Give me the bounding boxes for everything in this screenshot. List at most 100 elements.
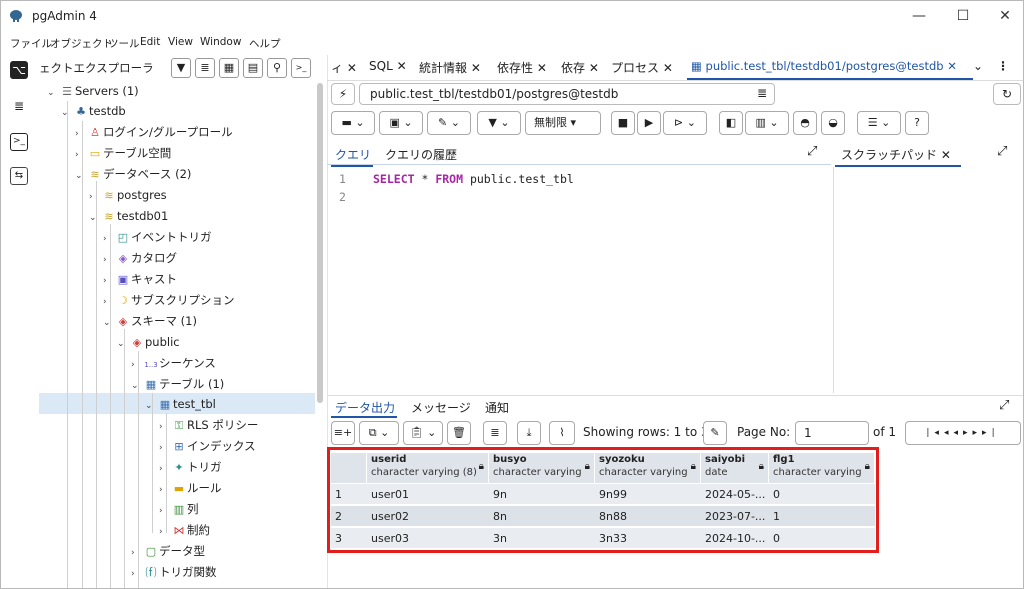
macros-button[interactable]: ☰ ⌄ [857,111,901,135]
query-tool-icon[interactable]: ≣ [195,58,215,78]
database-stack-icon[interactable]: ≣ [751,85,773,103]
database-stack-icon[interactable]: ≣ [10,97,28,115]
tree-node-login-roles[interactable]: › ♙ ログイン/グループロール [75,122,233,142]
open-file-button[interactable]: ▬ ⌄ [331,111,375,135]
explain-analyze-button[interactable]: ◧ [719,111,743,135]
tree-node-subscriptions[interactable]: › ☽ サブスクリプション [103,290,235,310]
menu-window[interactable]: Window [200,36,241,48]
close-window-button[interactable]: ✕ [985,5,1023,27]
tree-node-catalogs[interactable]: › ◈ カタログ [103,248,177,268]
tree-node-indexes[interactable]: › ⊞ インデックス [159,436,256,456]
sql-editor[interactable]: 1 2 SELECT * FROM public.test_tbl [331,169,831,393]
copy-button[interactable]: ⧉ ⌄ [359,421,399,445]
tree-node-event-triggers[interactable]: › ◰ イベントトリガ [103,227,212,247]
expand-icon[interactable]: ⤢ [997,144,1007,159]
tree-node-testdb[interactable]: ⌄ ♣ testdb [61,101,126,121]
view-data-icon[interactable]: ▦ [219,58,239,78]
schema-diff-icon[interactable]: ⇆ [10,167,28,185]
search-icon[interactable]: ⚲ [267,58,287,78]
psql-tool-icon[interactable]: >_ [291,58,311,78]
editor-scratchpad-divider[interactable] [833,167,834,393]
first-page-icon[interactable]: |◂ [926,428,944,438]
tree-node-triggers[interactable]: › ✦ トリガ [159,457,222,477]
tab-query-tool[interactable]: ▦ public.test_tbl/testdb01/postgres@test… [691,59,957,73]
menu-tools[interactable]: ツール [108,36,140,51]
tab-data-output[interactable]: データ出力 [335,399,395,416]
add-row-button[interactable]: ≡+ [331,421,355,445]
menu-edit[interactable]: Edit [140,36,160,48]
tab-processes[interactable]: プロセス ✕ [611,59,673,76]
rows-limit-select[interactable]: 無制限 ▾ [525,111,601,135]
edit-button[interactable]: ✎ ⌄ [427,111,471,135]
edit-range-button[interactable]: ✎ [703,421,727,445]
page-number-input[interactable]: 1 [795,421,869,445]
tab-statistics[interactable]: 統計情報 ✕ [419,59,481,76]
more-options-icon[interactable]: ⋮ [997,59,1009,73]
tab-scratchpad[interactable]: スクラッチパッド ✕ [841,146,951,163]
menu-help[interactable]: ヘルプ [249,36,281,51]
last-page-icon[interactable]: ▸| [982,428,1000,438]
object-explorer-icon[interactable]: ⌥ [10,61,28,79]
stop-button[interactable]: ■ [611,111,635,135]
menu-view[interactable]: View [168,36,193,48]
tree-node-casts[interactable]: › ▣ キャスト [103,269,177,289]
tree-node-rls-policies[interactable]: › ⚿ RLS ポリシー [159,415,258,435]
next-page-icon[interactable]: ▸▸ [963,428,982,438]
tab-list-chevron-icon[interactable]: ⌄ [973,59,983,73]
chevron-down-icon: ⌄ [686,116,696,129]
help-button[interactable]: ? [905,111,929,135]
tree-node-test-tbl[interactable]: ⌄ ▦ test_tbl [145,394,216,414]
save-data-button[interactable]: ≣ [483,421,507,445]
tab-notifications[interactable]: 通知 [485,399,509,416]
graph-button[interactable]: ⌇ [549,421,575,445]
rollback-button[interactable]: ◒ [821,111,845,135]
tree-node-tablespaces[interactable]: › ▭ テーブル空間 [75,143,171,163]
minimize-button[interactable]: — [899,5,939,27]
tree-node-testdb01[interactable]: ⌄ ≋ testdb01 [89,206,168,226]
tab-dependencies[interactable]: 依存性 ✕ [497,59,547,76]
connection-select[interactable]: public.test_tbl/testdb01/postgres@testdb [359,83,775,105]
tree-node-databases[interactable]: ⌄ ≋ データベース (2) [75,164,191,184]
tree-node-schemas[interactable]: ⌄ ◈ スキーマ (1) [103,311,197,331]
tree-node-servers[interactable]: ⌄ ☰ Servers (1) [47,81,139,101]
menu-object[interactable]: オブジェクト [50,36,113,51]
filter-button[interactable]: ▼ ⌄ [477,111,521,135]
menu-file[interactable]: ファイル [10,36,52,51]
tree-node-data-types[interactable]: › ▢ データ型 [131,541,205,561]
tab-properties[interactable]: ィ ✕ [331,59,357,76]
filtered-rows-icon[interactable]: ▤ [243,58,263,78]
tree-node-tables[interactable]: ⌄ ▦ テーブル (1) [131,374,224,394]
terminal-icon[interactable]: >_ [10,133,28,151]
paste-button[interactable]: 📋︎ ⌄ [403,421,443,445]
tab-messages[interactable]: メッセージ [411,399,471,416]
download-button[interactable]: ⤓ [517,421,541,445]
refresh-icon[interactable]: ↻ [993,83,1021,105]
tree-node-sequences[interactable]: › 1..3シーケンス [131,353,216,373]
tree-node-columns[interactable]: › ▥ 列 [159,499,199,519]
save-file-button[interactable]: ▣ ⌄ [379,111,423,135]
connection-status-icon[interactable]: ⚡ [331,83,355,105]
menu-bar: ファイル オブジェクト ツール Edit View Window ヘルプ [1,33,1023,53]
rls-icon: ⚿ [174,419,184,432]
tab-query-history[interactable]: クエリの履歴 [385,146,457,163]
tree-node-postgres[interactable]: › ≋ postgres [89,185,167,205]
expand-icon[interactable]: ⤢ [807,144,817,159]
tree-node-constraints[interactable]: › ⋈ 制約 [159,520,210,540]
commit-button[interactable]: ◓ [793,111,817,135]
tab-sql[interactable]: SQL ✕ [369,59,407,73]
expand-icon[interactable]: ⤢ [999,398,1009,413]
execute-button[interactable]: ▶ [637,111,661,135]
maximize-button[interactable]: ☐ [943,5,983,27]
filter-icon[interactable]: ▼ [171,58,191,78]
previous-page-icon[interactable]: ◂◂ [944,428,963,438]
tree-node-trigger-functions[interactable]: › ⒡ トリガ関数 [131,562,217,582]
analyze-button[interactable]: ▥ ⌄ [745,111,789,135]
tree-scrollbar[interactable] [317,83,323,403]
tree-node-public[interactable]: ⌄ ◈ public [117,332,180,352]
delete-row-button[interactable]: 🗑︎ [447,421,471,445]
tab-query[interactable]: クエリ [335,146,371,163]
tab-dependents[interactable]: 依存 ✕ [561,59,599,76]
pagination-controls[interactable]: |◂◂◂▸▸▸| [905,421,1021,445]
tree-node-rules[interactable]: › ▬ ルール [159,478,222,498]
explain-button[interactable]: ⊳ ⌄ [663,111,707,135]
